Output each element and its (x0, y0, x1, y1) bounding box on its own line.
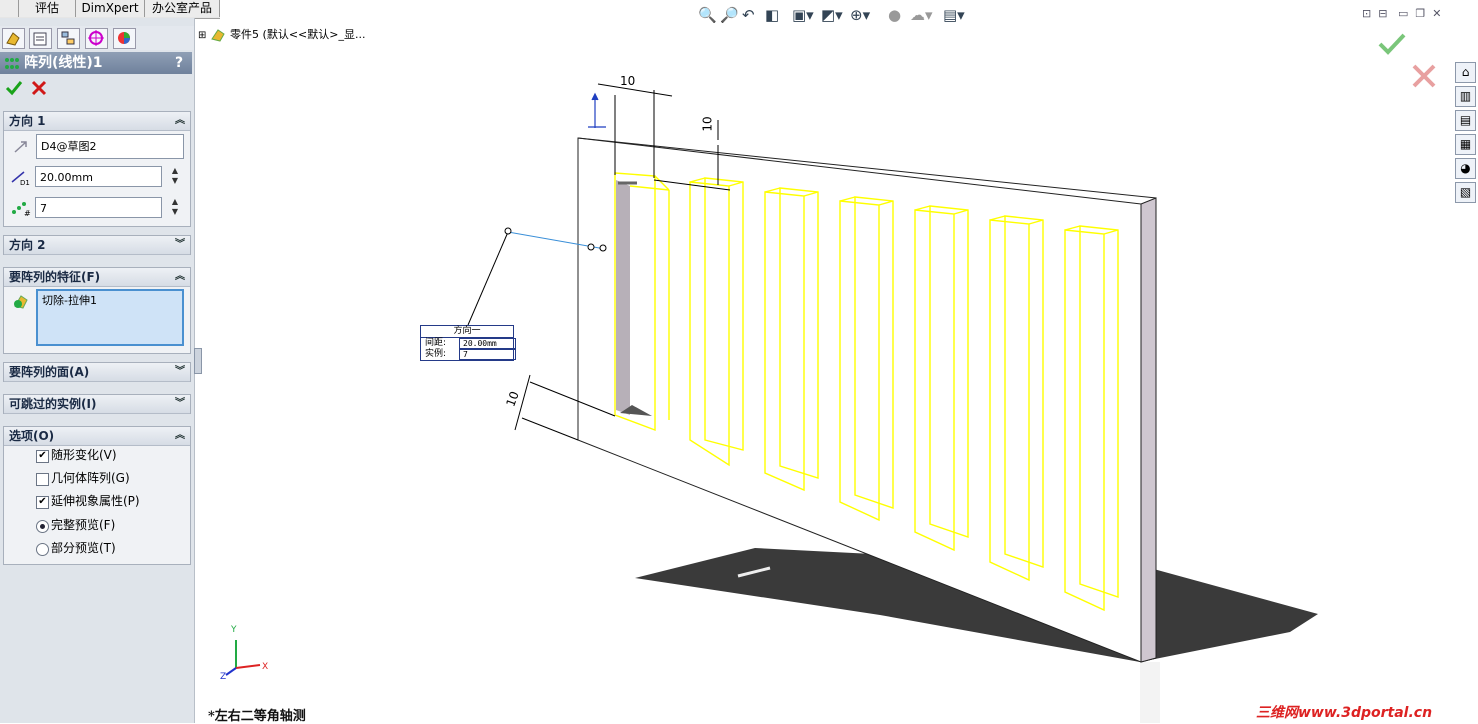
reflection (1140, 662, 1160, 723)
callout-spacing-input[interactable]: 20.00mm (459, 338, 516, 349)
callout-count-label: 实例: (425, 349, 447, 359)
view-orientation-label: *左右二等角轴测 (208, 709, 306, 724)
watermark: 三维网www.3dportal.cn (1256, 705, 1433, 721)
origin-marker (588, 92, 606, 128)
triad-z-label: Z (220, 672, 227, 682)
triad-y-label: Y (231, 625, 237, 635)
dimension-value[interactable]: 10 (701, 116, 715, 131)
seed-slot-wall (616, 180, 630, 415)
pattern-callout[interactable]: 方向一 间距: 20.00mm 实例: 7 (420, 325, 516, 361)
callout-title: 方向一 (421, 326, 513, 338)
dimension-value[interactable]: 10 (620, 74, 635, 88)
drag-handle[interactable] (504, 227, 512, 235)
callout-spacing-label: 间距: (425, 338, 447, 348)
triad (225, 640, 261, 676)
drag-handle[interactable] (587, 243, 595, 251)
callout-count-input[interactable]: 7 (459, 349, 516, 360)
triad-x-label: X (262, 662, 269, 672)
graphics-area[interactable] (0, 0, 1478, 723)
drag-handle[interactable] (599, 244, 607, 252)
plate-side-face (1140, 197, 1157, 663)
